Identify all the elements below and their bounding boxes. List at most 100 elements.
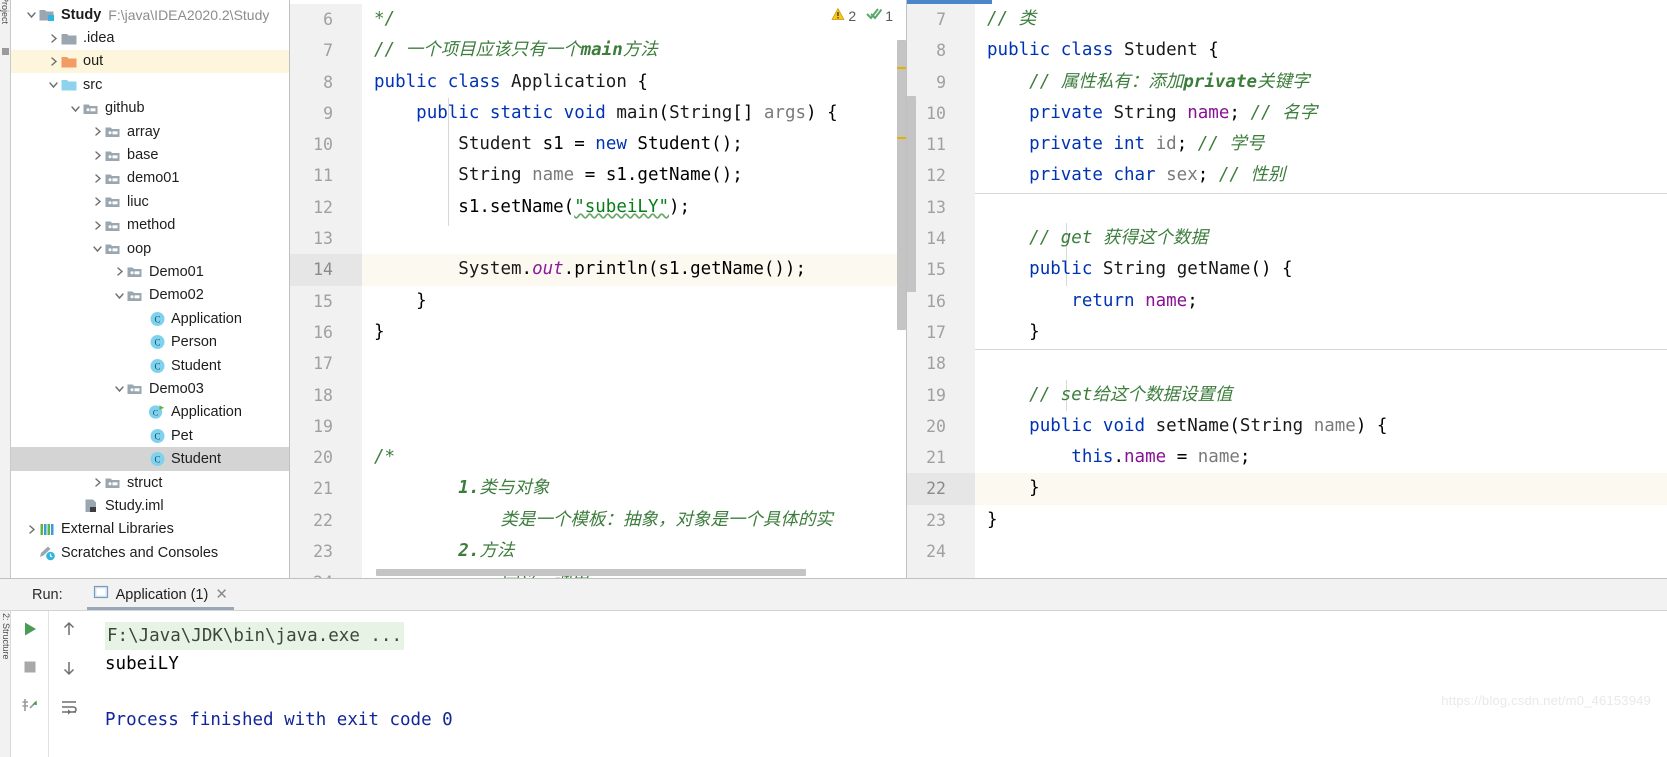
line-number[interactable]: 14 <box>907 223 975 254</box>
code-line[interactable]: */ <box>362 4 906 35</box>
code-lines-left[interactable]: */// 一个项目应该只有一个main方法 public class Applic… <box>362 4 906 578</box>
chevron-down-icon[interactable] <box>113 290 126 301</box>
tree-item-github[interactable]: github <box>11 97 289 120</box>
code-line[interactable] <box>362 380 906 411</box>
code-line[interactable]: } <box>975 505 1667 536</box>
code-line[interactable]: String name = s1.getName(); <box>362 160 906 191</box>
tree-item-demo01[interactable]: demo01 <box>11 167 289 190</box>
line-number[interactable]: 24 <box>907 536 975 567</box>
line-number[interactable]: 24 <box>290 567 362 578</box>
code-line[interactable] <box>975 348 1667 379</box>
code-line[interactable]: // 类 <box>975 4 1667 35</box>
line-number[interactable]: 11 <box>907 129 975 160</box>
structure-tool-strip[interactable]: 2: Structure <box>0 611 11 757</box>
chevron-right-icon[interactable] <box>47 56 60 67</box>
chevron-right-icon[interactable] <box>91 173 104 184</box>
code-line[interactable] <box>975 192 1667 223</box>
tree-item-student[interactable]: C Student <box>11 447 289 471</box>
console-output[interactable]: F:\Java\JDK\bin\java.exe ... subeiLY Proc… <box>89 611 1667 757</box>
stop-icon[interactable] <box>22 659 38 680</box>
line-number[interactable]: 21 <box>907 442 975 473</box>
tree-item-struct[interactable]: struct <box>11 471 289 494</box>
tree-item-oop[interactable]: oop <box>11 237 289 260</box>
code-line[interactable]: 1.类与对象 <box>362 473 906 504</box>
run-toolbar-secondary[interactable] <box>49 611 89 757</box>
chevron-right-icon[interactable] <box>25 524 38 535</box>
line-number[interactable]: 16 <box>907 286 975 317</box>
code-line[interactable] <box>362 223 906 254</box>
line-number[interactable]: 13 <box>290 223 362 254</box>
soft-wrap-icon[interactable] <box>60 698 78 721</box>
code-line[interactable]: } <box>362 286 906 317</box>
line-number-gutter-right[interactable]: 7 8 9 10 11 12 13 14 15 16 17 18 19 20 21 22 23 24 <box>907 4 975 578</box>
run-toolbar-primary[interactable] <box>11 611 49 757</box>
tree-item-method[interactable]: method <box>11 214 289 237</box>
code-line[interactable]: Student s1 = new Student(); <box>362 129 906 160</box>
code-line[interactable]: } <box>975 317 1667 348</box>
line-number[interactable]: 22 <box>290 505 362 536</box>
code-line[interactable]: private String name; // 名字 <box>975 98 1667 129</box>
line-number[interactable]: 8 <box>907 35 975 66</box>
code-line[interactable]: /* <box>362 442 906 473</box>
code-line[interactable]: public String getName() { <box>975 254 1667 285</box>
editor-application-java[interactable]: 6789101112131415161718192021222324252627… <box>290 0 907 578</box>
line-number[interactable]: 19 <box>907 380 975 411</box>
tree-item-pet[interactable]: C Pet <box>11 424 289 447</box>
line-number[interactable]: 8 <box>290 67 362 98</box>
line-number[interactable]: 22 <box>907 473 975 505</box>
line-number[interactable]: 12 <box>290 192 362 223</box>
tree-item-student[interactable]: C Student <box>11 354 289 377</box>
line-number[interactable]: 17 <box>907 317 975 348</box>
line-number[interactable]: 11 <box>290 160 362 191</box>
code-line[interactable]: public class Application { <box>362 67 906 98</box>
code-line[interactable]: // get 获得这个数据 <box>975 223 1667 254</box>
tree-item-liuc[interactable]: liuc <box>11 190 289 213</box>
line-number[interactable]: 10 <box>290 129 362 160</box>
tree-item-person[interactable]: C Person <box>11 330 289 353</box>
code-area-left[interactable]: 6789101112131415161718192021222324252627… <box>290 4 906 578</box>
chevron-right-icon[interactable] <box>91 150 104 161</box>
left-tool-strip[interactable]: Project <box>0 0 11 578</box>
code-line[interactable]: return name; <box>975 286 1667 317</box>
line-number[interactable]: 7 <box>290 35 362 66</box>
editor-horizontal-scrollbar-left[interactable] <box>376 569 806 576</box>
tree-item-src[interactable]: src <box>11 73 289 96</box>
code-line[interactable]: public static void main(String[] args) { <box>362 98 906 129</box>
line-number[interactable]: 18 <box>290 380 362 411</box>
line-number[interactable]: 9 <box>907 67 975 98</box>
line-number[interactable]: 19 <box>290 411 362 442</box>
code-line[interactable]: } <box>975 473 1667 505</box>
code-line[interactable]: private char sex; // 性别 <box>975 160 1667 191</box>
tree-item-external-libraries[interactable]: External Libraries <box>11 518 289 541</box>
code-line[interactable]: // 一个项目应该只有一个main方法 <box>362 35 906 66</box>
chevron-right-icon[interactable] <box>91 196 104 207</box>
line-number[interactable]: 6 <box>290 4 362 35</box>
line-number[interactable]: 17 <box>290 348 362 379</box>
code-line[interactable] <box>362 411 906 442</box>
code-line[interactable]: s1.setName("subeiLY"); <box>362 192 906 223</box>
chevron-right-icon[interactable] <box>91 477 104 488</box>
line-number[interactable]: 14 <box>290 254 362 286</box>
tree-item-demo01[interactable]: Demo01 <box>11 260 289 283</box>
line-number[interactable]: 16 <box>290 317 362 348</box>
chevron-right-icon[interactable] <box>113 266 126 277</box>
code-line[interactable]: // set给这个数据设置值 <box>975 380 1667 411</box>
chevron-down-icon[interactable] <box>25 9 38 20</box>
inspection-widget-left[interactable]: 2 1 <box>831 7 900 24</box>
code-area-right[interactable]: 7 8 9 10 11 12 13 14 15 16 17 18 19 20 21 22 23 24 // 类 pu… <box>907 4 1667 578</box>
close-icon[interactable]: ✕ <box>215 587 228 602</box>
tree-item-array[interactable]: array <box>11 120 289 143</box>
editor-vertical-scrollbar-right[interactable] <box>907 96 916 292</box>
line-number[interactable]: 10 <box>907 98 975 129</box>
line-number[interactable]: 20 <box>907 411 975 442</box>
tree-item-application[interactable]: C Application <box>11 307 289 330</box>
line-number[interactable]: 23 <box>907 505 975 536</box>
tree-item-study-iml[interactable]: Study.iml <box>11 494 289 517</box>
code-line[interactable]: // 属性私有：添加private关键字 <box>975 67 1667 98</box>
code-line[interactable]: 2.方法 <box>362 536 906 567</box>
code-line[interactable]: private int id; // 学号 <box>975 129 1667 160</box>
line-number[interactable]: 12 <box>907 160 975 191</box>
tree-item-base[interactable]: base <box>11 143 289 166</box>
chevron-right-icon[interactable] <box>47 33 60 44</box>
tree-item-study[interactable]: Study F:\java\IDEA2020.2\Study <box>11 3 289 26</box>
